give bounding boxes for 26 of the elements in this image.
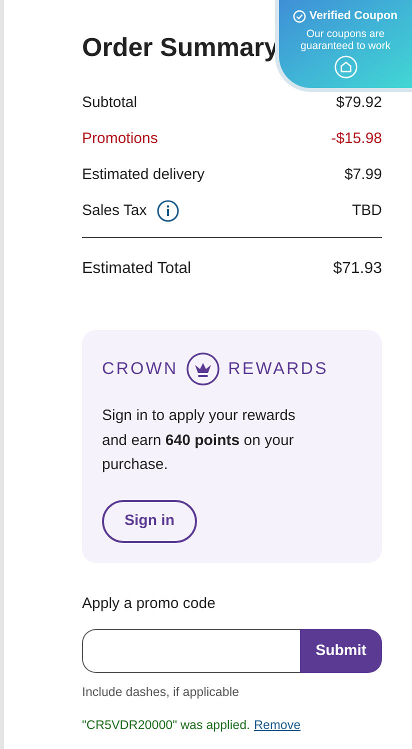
check-icon	[293, 10, 306, 24]
promo-label: Apply a promo code	[82, 594, 216, 614]
rewards-message: Sign in to apply your rewards and earn 640 points on your purchase.	[102, 406, 296, 475]
promo-hint: Include dashes, if applicable	[82, 684, 240, 701]
line-value: -$15.98	[331, 128, 382, 149]
line-label: Subtotal	[82, 92, 138, 113]
line-label: Estimated delivery	[82, 164, 205, 185]
promo-code-field[interactable]	[82, 629, 300, 673]
line-value: TBD	[352, 200, 382, 221]
info-icon[interactable]	[156, 200, 179, 222]
submit-button[interactable]: Submit	[300, 629, 382, 673]
total-value: $71.93	[333, 259, 382, 279]
line-value: $79.92	[336, 92, 382, 113]
badge-text: Our coupons are guaranteed to work	[300, 28, 392, 52]
line-label: Promotions	[82, 128, 158, 149]
badge-title: Verified Coupon	[309, 9, 398, 24]
brand-text: CROWN	[102, 358, 178, 380]
home-icon	[334, 55, 358, 80]
brand-text: REWARDS	[228, 358, 328, 380]
remove-link[interactable]: Remove	[254, 716, 301, 734]
line-label: Sales Tax	[82, 200, 147, 221]
sign-in-button[interactable]: Sign in	[102, 500, 197, 542]
line-value: $7.99	[344, 164, 382, 185]
applied-message: "CR5VDR20000" was applied.	[82, 716, 250, 734]
crown-icon	[186, 352, 220, 386]
total-label: Estimated Total	[82, 259, 192, 279]
